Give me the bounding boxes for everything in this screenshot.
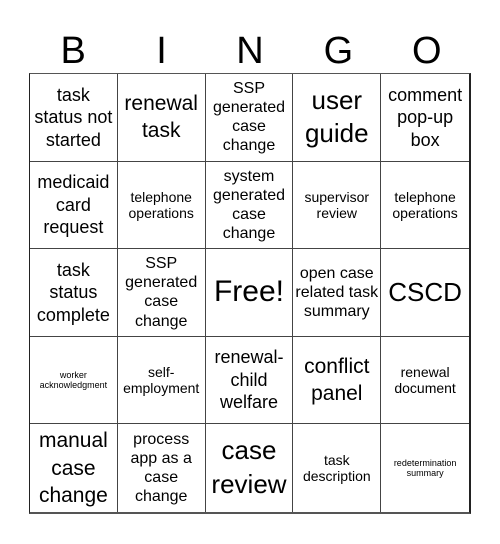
bingo-cell[interactable]: comment pop-up box [381,74,469,162]
bingo-cell[interactable]: manual case change [30,424,118,512]
header-letter-g: G [323,30,354,72]
header-letter-n: N [236,30,264,72]
bingo-cell-label: medicaid card request [37,172,110,238]
bingo-cell[interactable]: conflict panel [293,336,382,425]
bingo-cell-label: conflict panel [304,354,370,406]
bingo-cell-label: task status not started [34,84,113,150]
bingo-cell-label: Free! [213,275,284,309]
bingo-cell-free[interactable]: Free! [205,249,294,337]
bingo-cell[interactable]: renewal document [381,337,469,425]
bingo-cell-label: redetermination summary [393,457,457,479]
bingo-cell[interactable]: telephone operations [381,162,469,250]
bingo-cell-label: user guide [304,84,369,149]
bingo-cell-label: SSP generated case change [125,255,198,330]
bingo-cell-label: supervisor review [304,188,370,221]
bingo-cell-label: CSCD [388,276,462,307]
bingo-cell[interactable]: task status complete [30,249,118,337]
bingo-cell-label: worker acknowledgment [39,369,108,391]
bingo-cell[interactable]: task description [293,424,382,512]
bingo-cell[interactable]: supervisor review [293,161,382,250]
bingo-cell[interactable]: task status not started [30,74,118,162]
bingo-cell-label: manual case change [38,429,108,507]
bingo-cell[interactable]: process app as a case change [118,424,206,512]
bingo-cell-label: task status complete [36,259,110,325]
bingo-cell[interactable]: telephone operations [117,161,206,250]
bingo-cell-label: task description [302,452,371,485]
bingo-cell-label: renewal document [394,364,456,397]
header-letter-i: I [156,30,167,72]
bingo-cell-label: open case related task summary [295,264,379,321]
bingo-cell-label: renewal task [124,92,198,143]
header-letter-b: B [60,30,86,72]
bingo-cell-label: renewal-child welfare [214,347,284,413]
bingo-cell-label: telephone operations [392,188,458,221]
bingo-cell[interactable]: CSCD [381,249,469,337]
bingo-cell-label: telephone operations [128,188,194,221]
bingo-cell[interactable]: redetermination summary [381,424,469,512]
bingo-cell[interactable]: self-employment [117,336,206,425]
bingo-cell-label: self-employment [123,364,200,397]
bingo-cell[interactable]: system generated case change [205,161,294,250]
bingo-cell-label: SSP generated case change [212,79,286,155]
bingo-cell[interactable]: renewal task [117,74,206,162]
bingo-cell-label: system generated case change [212,167,286,243]
bingo-cell[interactable]: renewal-child welfare [205,336,294,425]
bingo-grid: task status not started renewal task SSP g… [29,73,471,514]
bingo-cell[interactable]: user guide [293,74,382,162]
bingo-cell[interactable]: SSP generated case change [117,249,206,337]
bingo-cell[interactable]: open case related task summary [293,249,382,337]
bingo-cell-label: process app as a case change [130,430,192,506]
bingo-cell[interactable]: medicaid card request [30,161,118,250]
bingo-cell[interactable]: worker acknowledgment [30,336,118,425]
header-letter-o: O [411,30,442,72]
bingo-cell[interactable]: case review [206,424,294,512]
bingo-cell[interactable]: SSP generated case change [205,74,294,162]
bingo-cell-label: comment pop-up box [388,84,463,150]
bingo-header: B I N G O [29,28,471,74]
bingo-cell-label: case review [211,435,287,500]
